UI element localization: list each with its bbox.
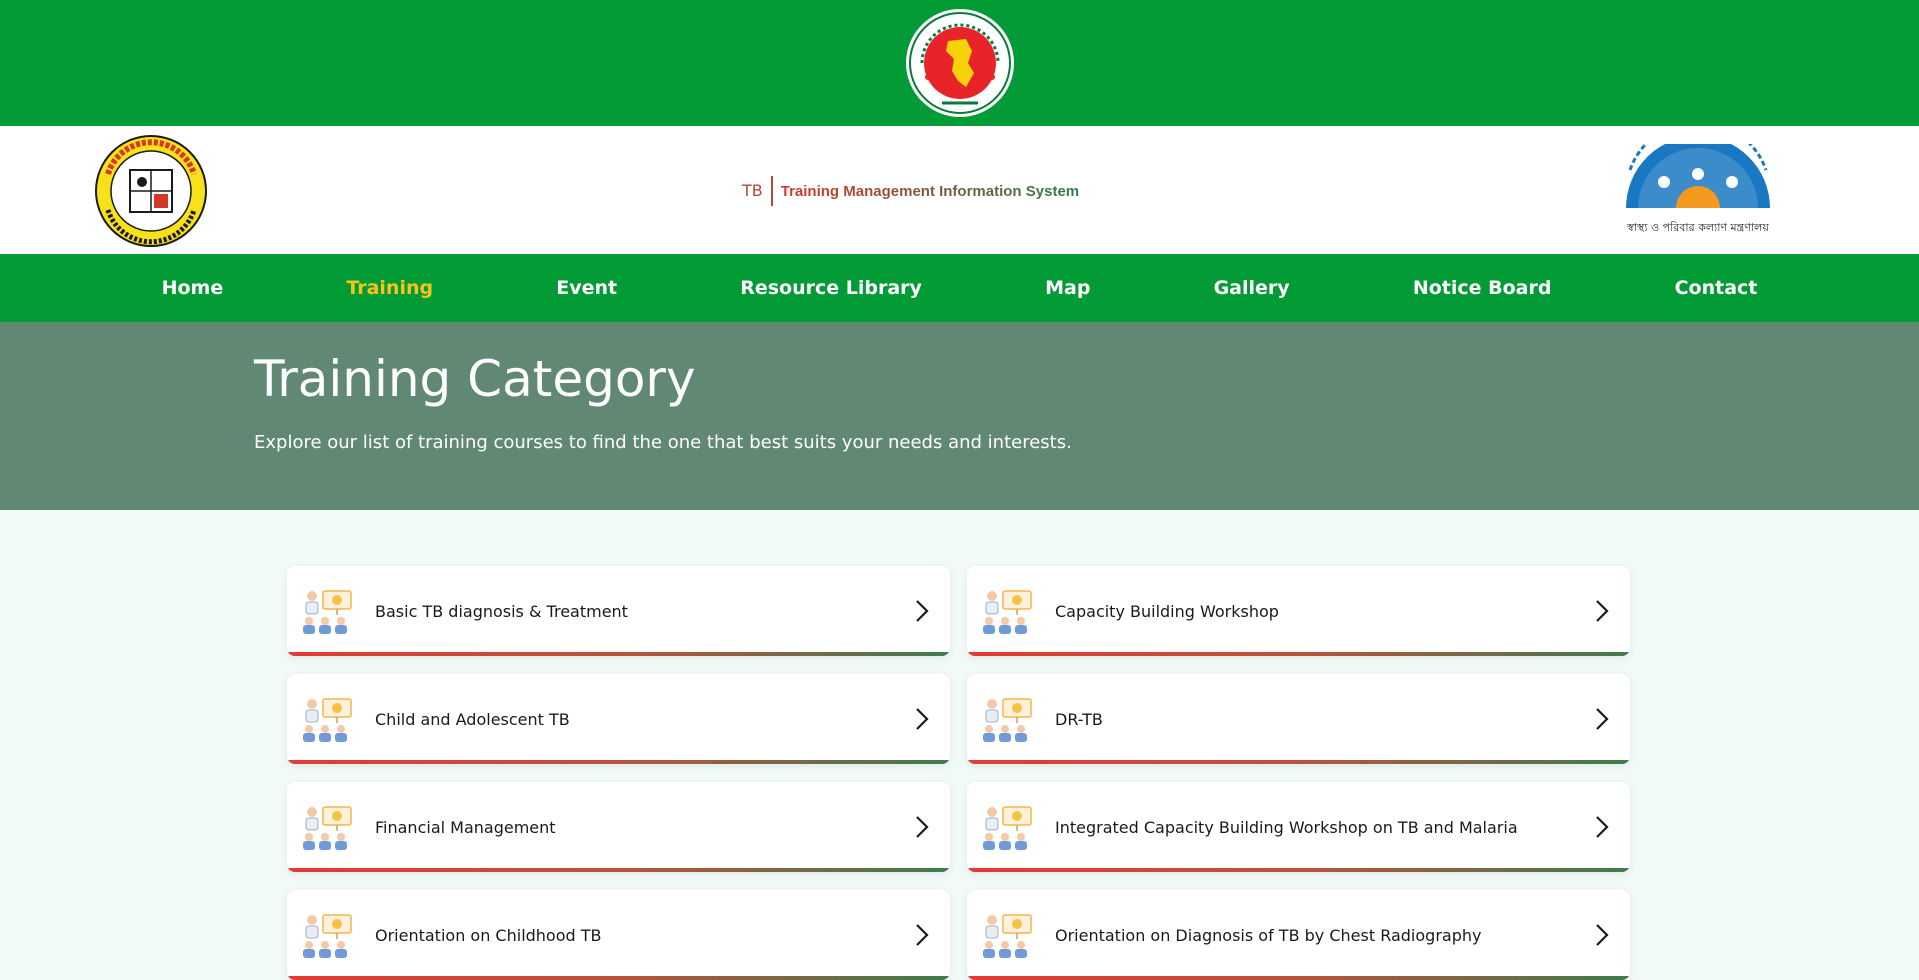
training-presentation-icon	[983, 698, 1032, 742]
category-card[interactable]: Child and Adolescent TB	[287, 674, 950, 764]
system-title: TB Training Management Information Syste…	[742, 176, 1079, 206]
chevron-right-icon	[916, 600, 929, 622]
top-banner	[0, 0, 1919, 126]
category-card[interactable]: Integrated Capacity Building Workshop on…	[967, 782, 1630, 872]
page-hero: Training Category Explore our list of tr…	[0, 322, 1919, 510]
chevron-right-icon	[1596, 600, 1609, 622]
nav-training[interactable]: Training	[346, 277, 433, 299]
hpnsp-logo-icon	[1626, 120, 1770, 208]
category-card[interactable]: Capacity Building Workshop	[967, 566, 1630, 656]
training-presentation-icon	[303, 698, 352, 742]
training-presentation-icon	[983, 914, 1032, 958]
category-label: DR-TB	[1055, 709, 1103, 729]
main-nav: Home Training Event Resource Library Map…	[0, 254, 1919, 322]
training-presentation-icon	[303, 914, 352, 958]
category-label: Orientation on Diagnosis of TB by Chest …	[1055, 925, 1482, 945]
government-emblem-icon	[905, 9, 1014, 117]
ntp-logo-icon[interactable]	[94, 134, 208, 253]
category-label: Capacity Building Workshop	[1055, 601, 1279, 621]
category-card[interactable]: Orientation on Childhood TB	[287, 890, 950, 980]
nav-contact[interactable]: Contact	[1675, 277, 1758, 299]
category-card[interactable]: DR-TB	[967, 674, 1630, 764]
nav-gallery[interactable]: Gallery	[1214, 277, 1290, 299]
system-full-name: Training Management Information System	[773, 183, 1079, 200]
nav-notice-board[interactable]: Notice Board	[1413, 277, 1552, 299]
ministry-logo[interactable]: স্বাস্থ্য ও পরিবার কল্যাণ মন্ত্রণালয়	[1618, 120, 1778, 238]
chevron-right-icon	[916, 924, 929, 946]
chevron-right-icon	[1596, 924, 1609, 946]
category-label: Financial Management	[375, 817, 556, 837]
category-label: Orientation on Childhood TB	[375, 925, 602, 945]
nav-resource-library[interactable]: Resource Library	[740, 277, 922, 299]
category-grid: Basic TB diagnosis & Treatment Capacity …	[287, 566, 1631, 980]
brand-bar: TB Training Management Information Syste…	[0, 120, 1919, 254]
chevron-right-icon	[1596, 708, 1609, 730]
page-subtitle: Explore our list of training courses to …	[254, 432, 1072, 453]
category-label: Child and Adolescent TB	[375, 709, 570, 729]
training-presentation-icon	[983, 590, 1032, 634]
training-presentation-icon	[303, 806, 352, 850]
chevron-right-icon	[1596, 816, 1609, 838]
category-label: Basic TB diagnosis & Treatment	[375, 601, 628, 621]
nav-event[interactable]: Event	[556, 277, 617, 299]
training-presentation-icon	[983, 806, 1032, 850]
page-title: Training Category	[254, 350, 696, 408]
chevron-right-icon	[916, 708, 929, 730]
nav-home[interactable]: Home	[162, 277, 224, 299]
category-label: Integrated Capacity Building Workshop on…	[1055, 817, 1518, 837]
category-card[interactable]: Financial Management	[287, 782, 950, 872]
nav-map[interactable]: Map	[1045, 277, 1090, 299]
training-presentation-icon	[303, 590, 352, 634]
ministry-caption: স্বাস্থ্য ও পরিবার কল্যাণ মন্ত্রণালয়	[1627, 221, 1769, 234]
system-short-name: TB	[742, 176, 773, 206]
category-card[interactable]: Orientation on Diagnosis of TB by Chest …	[967, 890, 1630, 980]
chevron-right-icon	[916, 816, 929, 838]
category-card[interactable]: Basic TB diagnosis & Treatment	[287, 566, 950, 656]
